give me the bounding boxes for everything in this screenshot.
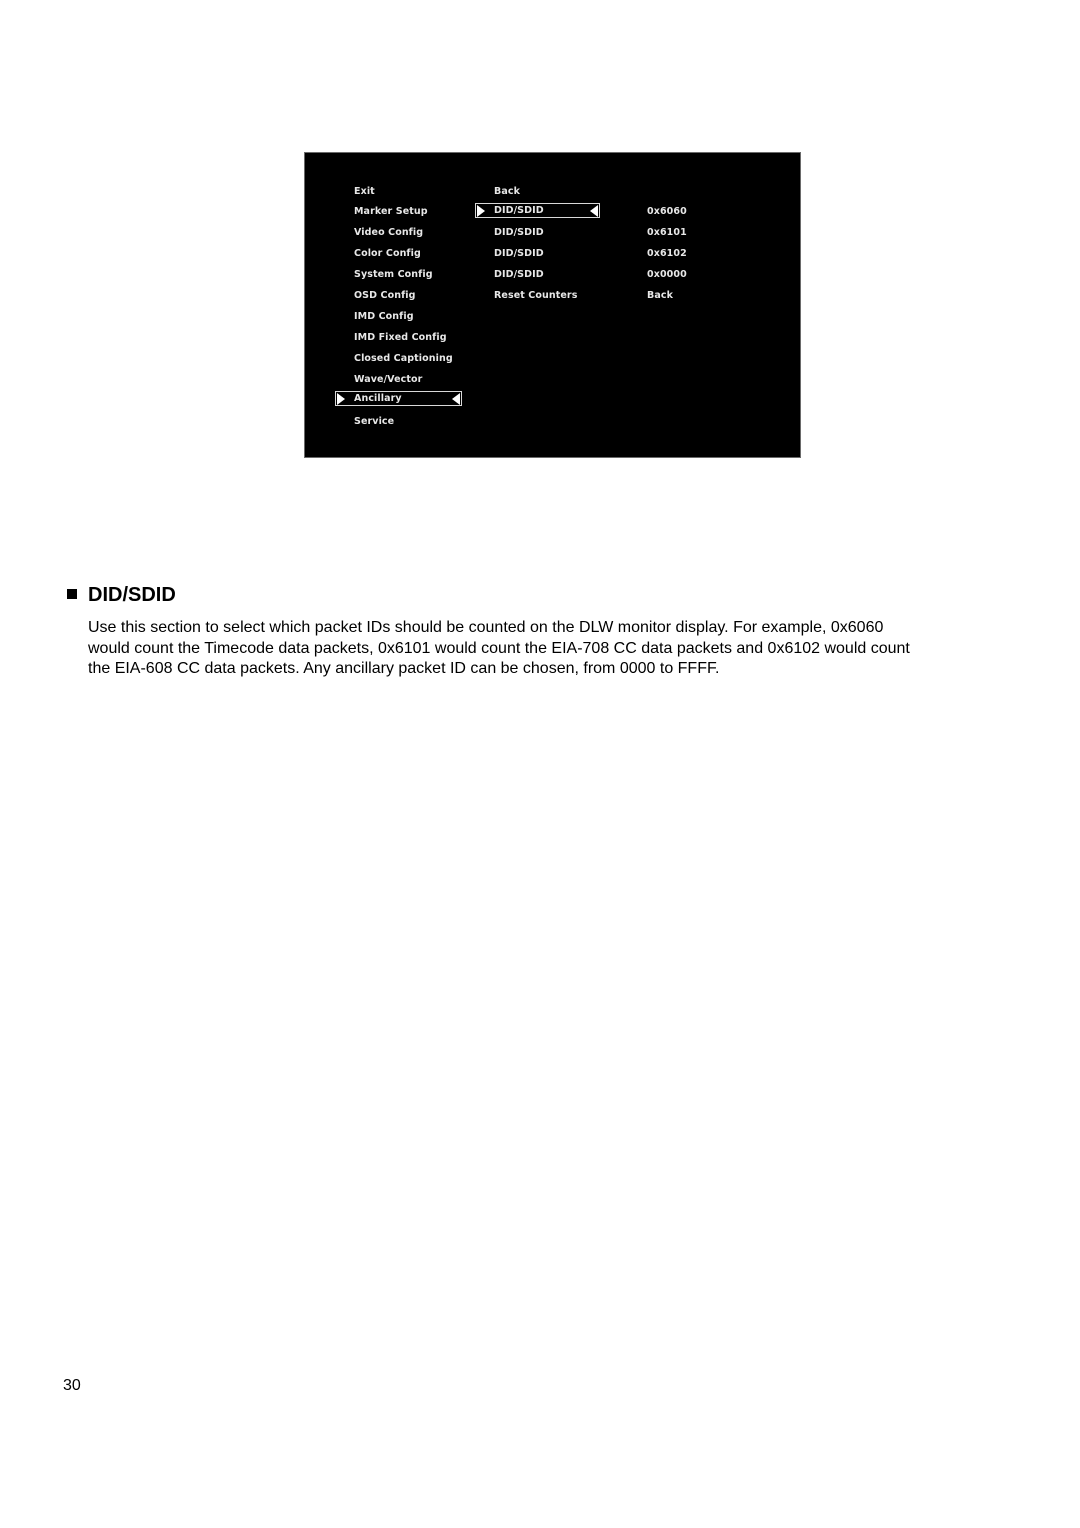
main-menu-item-exit[interactable]: Exit xyxy=(354,186,375,198)
value-did-sdid-1[interactable]: 0x6060 xyxy=(647,206,687,218)
submenu-item-did-sdid-4[interactable]: DID/SDID xyxy=(494,269,544,281)
value-did-sdid-3[interactable]: 0x6102 xyxy=(647,248,687,260)
main-menu-item-wave-vector[interactable]: Wave/Vector xyxy=(354,374,422,386)
value-back[interactable]: Back xyxy=(647,290,673,302)
value-did-sdid-2[interactable]: 0x6101 xyxy=(647,227,687,239)
submenu-item-reset-counters[interactable]: Reset Counters xyxy=(494,290,577,302)
submenu-item-did-sdid-2[interactable]: DID/SDID xyxy=(494,227,544,239)
main-menu-item-ancillary[interactable]: Ancillary xyxy=(335,391,462,406)
osd-menu-screenshot: Exit Marker Setup Video Config Color Con… xyxy=(305,153,800,457)
selection-arrow-right-icon xyxy=(477,205,485,217)
page-number: 30 xyxy=(63,1377,81,1394)
main-menu-item-closed-captioning[interactable]: Closed Captioning xyxy=(354,353,453,365)
main-menu-item-color-config[interactable]: Color Config xyxy=(354,248,421,260)
submenu-item-did-sdid-3[interactable]: DID/SDID xyxy=(494,248,544,260)
section-title: DID/SDID xyxy=(88,584,176,606)
main-menu-item-imd-config[interactable]: IMD Config xyxy=(354,311,414,323)
body-line: would count the Timecode data packets, 0… xyxy=(88,639,910,657)
body-line: Use this section to select which packet … xyxy=(88,619,884,636)
main-menu-item-imd-fixed-config[interactable]: IMD Fixed Config xyxy=(354,332,447,344)
selection-arrow-left-icon xyxy=(452,393,460,405)
main-menu-item-osd-config[interactable]: OSD Config xyxy=(354,290,416,302)
submenu-item-back[interactable]: Back xyxy=(494,186,520,198)
main-menu-item-video-config[interactable]: Video Config xyxy=(354,227,423,239)
submenu-item-did-sdid-1[interactable]: DID/SDID xyxy=(475,203,600,218)
selection-arrow-right-icon xyxy=(337,393,345,405)
main-menu-item-service[interactable]: Service xyxy=(354,416,394,428)
square-bullet-icon xyxy=(67,589,77,599)
section-body: Use this section to select which packet … xyxy=(88,618,1038,680)
main-menu-item-marker-setup[interactable]: Marker Setup xyxy=(354,206,428,218)
body-line: the EIA-608 CC data packets. Any ancilla… xyxy=(88,660,720,677)
main-menu-item-system-config[interactable]: System Config xyxy=(354,269,433,281)
selection-arrow-left-icon xyxy=(590,205,598,217)
value-did-sdid-4[interactable]: 0x0000 xyxy=(647,269,687,281)
